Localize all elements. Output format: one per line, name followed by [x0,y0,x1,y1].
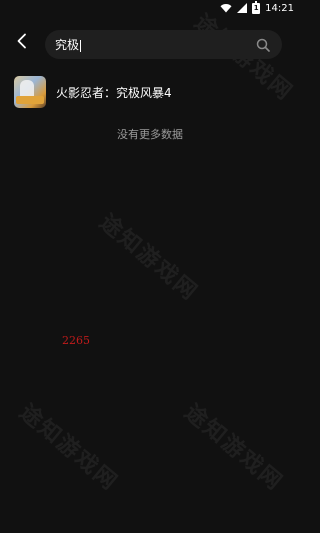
no-more-data-label: 没有更多数据 [117,128,183,141]
search-icon[interactable] [254,36,272,54]
text-caret [80,39,82,52]
search-query: 究极 [55,38,80,52]
back-chevron-icon [16,33,28,53]
signal-icon [237,3,248,13]
watermark: 途知游戏网 [14,399,123,497]
search-header: 究极 [0,25,300,59]
search-result-item[interactable]: 火影忍者：究极风暴4 [0,70,300,112]
game-thumbnail [14,76,46,108]
status-bar: 1 14:21 [0,0,300,16]
back-button[interactable] [10,31,34,55]
wifi-icon [220,3,232,13]
search-box[interactable]: 究极 [45,30,282,59]
search-input[interactable]: 究极 [55,36,254,53]
status-time: 14:21 [265,2,294,14]
result-title: 火影忍者：究极风暴4 [56,86,172,100]
battery-icon: 1 [252,0,261,14]
watermark: 途知游戏网 [179,399,288,497]
watermark: 途知游戏网 [94,209,203,307]
stray-number-text: 2265 [62,334,90,347]
